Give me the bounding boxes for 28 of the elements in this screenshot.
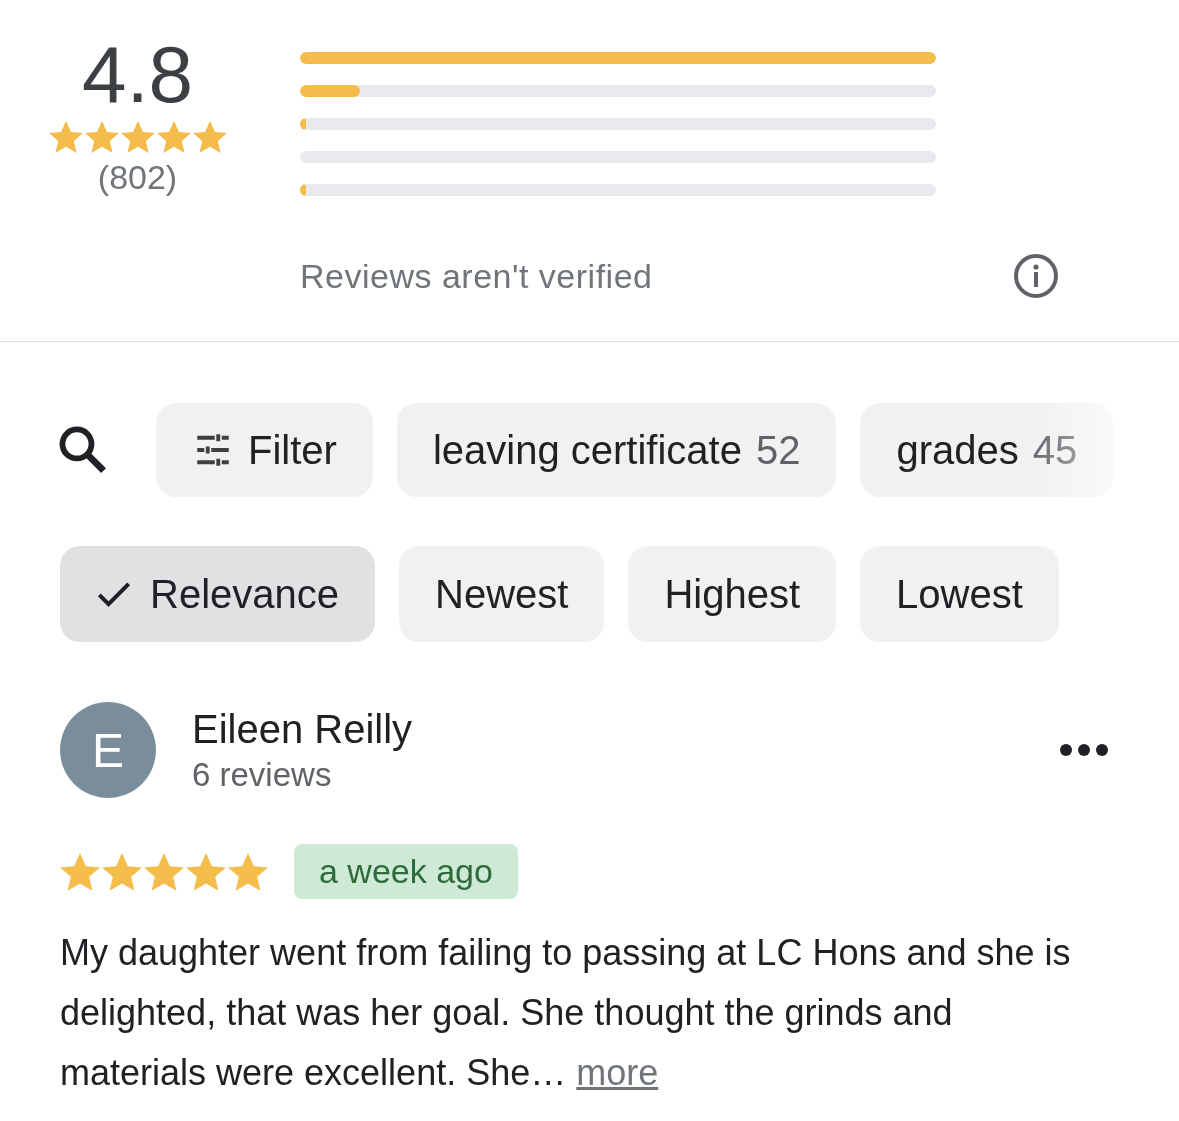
sort-chip[interactable]: Relevance (60, 546, 375, 642)
average-rating: 4.8 (81, 30, 194, 120)
star-icon (144, 851, 184, 892)
avatar: E (60, 702, 156, 798)
reviewer-review-count: 6 reviews (192, 755, 333, 794)
sort-chip[interactable]: Highest (628, 546, 837, 642)
review-count: (802) (97, 158, 178, 197)
info-icon[interactable] (1012, 252, 1060, 300)
star-icon (102, 851, 142, 892)
filter-chip[interactable]: Filter (156, 403, 373, 497)
star-icon (156, 120, 191, 154)
topic-chip[interactable]: leaving certificate 52 (396, 403, 837, 497)
more-options-icon[interactable] (1059, 743, 1109, 757)
star-icon (192, 120, 227, 154)
time-badge: a week ago (294, 844, 518, 899)
more-link[interactable]: more (576, 1052, 659, 1093)
star-icon (48, 120, 83, 154)
star-icon (84, 120, 119, 154)
notice-text: Reviews aren't verified (300, 256, 653, 296)
reviewer-name[interactable]: Eileen Reilly (192, 706, 1059, 752)
review-text: My daughter went from failing to passing at LC Hons and she is delighted, that was her goal. She thought the grinds and materials were excellent. She… more (60, 931, 1072, 1095)
sort-chip[interactable]: Newest (399, 546, 605, 642)
star-icon (60, 851, 100, 892)
star-icon (228, 851, 268, 892)
star-icon (120, 120, 155, 154)
sort-chip[interactable]: Lowest (860, 546, 1059, 642)
topic-chip[interactable]: grades 45 (860, 403, 1114, 497)
star-icon (186, 851, 226, 892)
